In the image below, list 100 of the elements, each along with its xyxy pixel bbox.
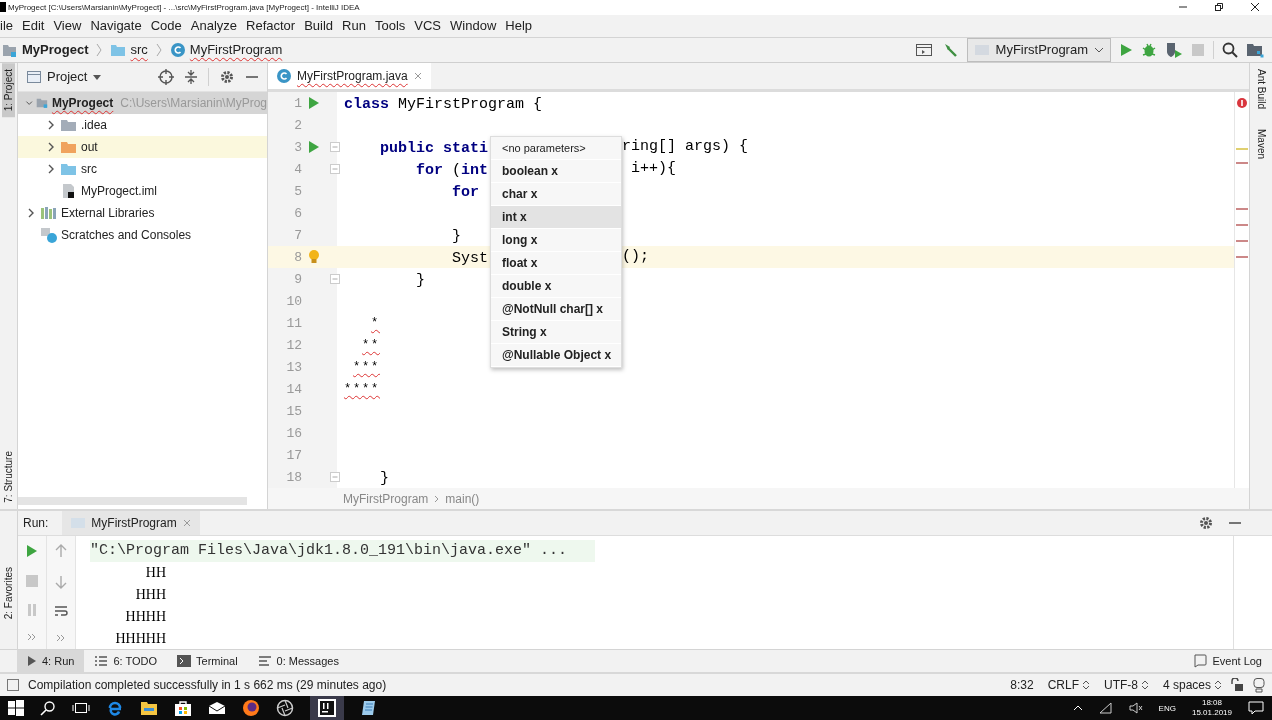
menu-item[interactable]: Analyze — [190, 18, 243, 34]
chevron-up-icon[interactable] — [1072, 704, 1083, 712]
notepad-icon[interactable] — [360, 699, 378, 717]
restore-icon[interactable] — [1214, 2, 1224, 13]
tool-window-tab[interactable]: 7: Structure — [2, 445, 15, 509]
notification-icon[interactable] — [1248, 701, 1264, 715]
project-structure-icon[interactable] — [1246, 41, 1264, 58]
run-icon[interactable] — [26, 544, 38, 559]
tool-window-tab[interactable]: 1: Project — [2, 62, 15, 118]
run-tab[interactable]: MyFirstProgram — [62, 510, 200, 535]
search-icon[interactable] — [40, 700, 56, 716]
tool-window-tab[interactable]: Maven — [1255, 128, 1267, 159]
menu-item[interactable]: Navigate — [90, 18, 148, 34]
indent-widget[interactable]: 4 spaces — [1162, 677, 1222, 692]
tool-window-tab[interactable]: 6: TODO — [84, 649, 168, 672]
scrollbar[interactable] — [18, 496, 247, 505]
clock-date[interactable]: 15.01.2019 — [1191, 708, 1232, 718]
settings-icon[interactable] — [219, 68, 235, 85]
coverage-icon[interactable] — [1165, 40, 1183, 59]
collapse-all-icon[interactable] — [184, 68, 198, 85]
parameter-option[interactable]: int x — [491, 206, 621, 230]
run-icon[interactable] — [1119, 41, 1133, 58]
play-icon — [27, 654, 37, 667]
lock-icon[interactable] — [1230, 677, 1244, 692]
folder-icon[interactable] — [140, 700, 158, 716]
parameter-option[interactable]: double x — [491, 275, 621, 299]
code-line: **** — [344, 382, 380, 397]
terminal-icon — [177, 654, 192, 667]
line-number: 13 — [285, 359, 302, 375]
run-config-dropdown[interactable]: MyFirstProgram — [966, 37, 1111, 62]
start-icon[interactable] — [8, 700, 24, 716]
parameter-option[interactable]: boolean x — [491, 160, 621, 184]
line-number: 16 — [285, 425, 302, 441]
menu-item[interactable]: View — [53, 18, 88, 34]
more-icon[interactable] — [27, 633, 37, 642]
project-view-dropdown[interactable]: Project — [26, 69, 103, 85]
tool-window-tab[interactable]: 4: Run — [17, 649, 85, 672]
tree-item[interactable]: out — [18, 135, 267, 158]
encoding-widget[interactable]: UTF-8 — [1103, 677, 1149, 692]
menu-item[interactable]: Code — [150, 18, 188, 34]
inspector-icon[interactable] — [1252, 676, 1266, 693]
line-separator-widget[interactable]: CRLF — [1047, 677, 1090, 692]
search-icon[interactable] — [1222, 41, 1238, 58]
aperture-icon[interactable] — [276, 699, 294, 717]
speaker-icon[interactable] — [1128, 702, 1143, 714]
line-number: 18 — [285, 469, 302, 485]
code-line: class MyFirstProgram { — [344, 95, 543, 113]
menu-item[interactable]: Build — [304, 18, 340, 34]
menu-item[interactable]: VCS — [414, 18, 448, 34]
more-icon[interactable] — [56, 633, 66, 642]
tree-item[interactable]: MyProgect.iml — [18, 179, 267, 202]
breadcrumb-item[interactable]: src — [110, 41, 148, 58]
menu-item[interactable]: Help — [505, 18, 539, 34]
clock-time[interactable]: 18:08 — [1201, 698, 1222, 708]
menu-item[interactable]: Refactor — [246, 18, 302, 34]
editor-tab[interactable]: MyFirstProgram.java — [268, 62, 431, 90]
run-icon[interactable] — [308, 140, 320, 155]
close-icon[interactable] — [1250, 2, 1260, 13]
run-icon[interactable] — [308, 96, 320, 111]
lightbulb-icon[interactable] — [308, 249, 320, 266]
event-log-button[interactable]: Event Log — [1183, 649, 1272, 672]
tree-item[interactable]: MyProgect C:\Users\Marsianin\MyProg — [18, 91, 267, 114]
breadcrumb-item[interactable]: MyProgect — [2, 41, 89, 58]
envelope-icon[interactable] — [208, 701, 226, 715]
browser-icon[interactable] — [106, 699, 124, 717]
network-icon[interactable] — [1098, 702, 1113, 714]
tool-window-tab[interactable]: 0: Messages — [247, 649, 349, 672]
tree-item[interactable]: External Libraries — [18, 201, 267, 224]
up-down-icon — [1081, 678, 1090, 691]
code-line: (); — [622, 247, 649, 267]
language-indicator[interactable]: ENG — [1158, 703, 1176, 713]
soft-wrap-icon[interactable] — [54, 605, 68, 618]
breadcrumb-item[interactable]: MyFirstProgram — [169, 41, 283, 58]
parameter-option[interactable]: @NotNull char[] x — [491, 298, 621, 322]
globe-icon[interactable] — [242, 699, 260, 717]
tool-window-tab[interactable]: Terminal — [167, 649, 248, 672]
window-icon[interactable] — [914, 41, 933, 58]
tree-item[interactable]: Scratches and Consoles — [18, 223, 267, 246]
menu-item[interactable]: Run — [342, 18, 372, 34]
line-number: 12 — [285, 337, 302, 353]
panel-toggle-icon[interactable] — [6, 677, 20, 692]
parameter-option[interactable]: <no parameters> — [491, 137, 621, 161]
tree-item[interactable]: src — [18, 157, 267, 180]
menu-item[interactable]: Tools — [374, 18, 412, 34]
menu-item[interactable]: ile — [0, 18, 19, 34]
task-view-icon[interactable] — [72, 701, 90, 715]
shopping-bag-icon[interactable] — [174, 699, 192, 717]
menu-item[interactable]: Edit — [22, 18, 51, 34]
parameter-option[interactable]: float x — [491, 252, 621, 276]
settings-icon[interactable] — [1198, 514, 1214, 531]
menu-item[interactable]: Window — [450, 18, 503, 34]
crosshair-icon[interactable] — [158, 68, 174, 85]
tree-item[interactable]: .idea — [18, 113, 267, 136]
tool-window-tab[interactable]: Ant Build — [1255, 68, 1267, 109]
parameter-option[interactable]: String x — [491, 321, 621, 345]
parameter-option[interactable]: @Nullable Object x — [491, 344, 621, 368]
caret-position[interactable]: 8:32 — [1010, 677, 1034, 692]
bug-icon[interactable] — [1141, 41, 1157, 58]
parameter-option[interactable]: long x — [491, 229, 621, 253]
ide-icon[interactable] — [318, 699, 336, 717]
